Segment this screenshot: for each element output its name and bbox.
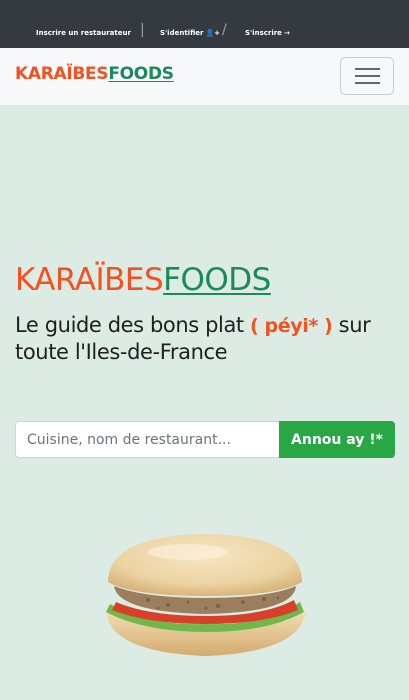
search-form: Annou ay !* (15, 421, 395, 458)
search-button[interactable]: Annou ay !* (279, 421, 395, 458)
sign-in-icon: → (283, 29, 290, 37)
signup-label: S'inscrire (245, 29, 282, 37)
navbar: KARAÏBESFOODS (0, 48, 409, 106)
sandwich-image (106, 534, 306, 656)
hero-brand-part-2: FOODS (163, 262, 271, 298)
top-bar: Inscrire un restaurateur | S'identifier 👤… (0, 0, 409, 48)
tagline-start: Le guide des bons plat (15, 313, 251, 337)
menu-toggle-button[interactable] (340, 57, 394, 95)
hero-tagline: Le guide des bons plat ( péyi* ) sur tou… (15, 312, 395, 365)
user-plus-icon: 👤+ (205, 29, 221, 37)
register-restaurant-link[interactable]: Inscrire un restaurateur (36, 29, 131, 37)
login-link[interactable]: S'identifier 👤+ (160, 29, 220, 37)
search-input[interactable] (15, 421, 279, 458)
separator-1: | (140, 22, 145, 38)
brand-part-1: KARAÏBES (15, 64, 109, 84)
login-label: S'identifier (160, 29, 204, 37)
hero-brand-part-1: KARAÏBES (15, 262, 164, 298)
signup-link[interactable]: S'inscrire → (245, 29, 290, 37)
tagline-highlight: ( péyi* ) (250, 315, 333, 337)
separator-2: / (222, 22, 227, 38)
hero-brand: KARAÏBESFOODS (15, 262, 271, 298)
navbar-brand-logo[interactable]: KARAÏBESFOODS (15, 64, 174, 84)
brand-part-2: FOODS (108, 64, 174, 84)
